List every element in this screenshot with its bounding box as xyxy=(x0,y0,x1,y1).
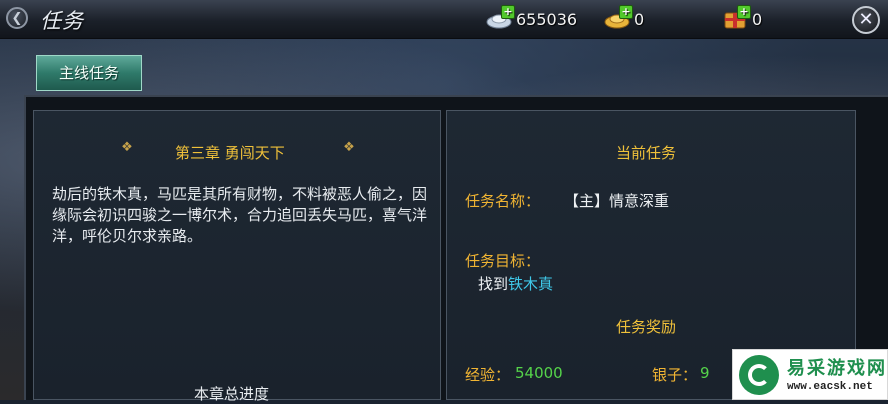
chevron-left-icon: ❮ xyxy=(11,10,23,26)
current-task-title: 当前任务 xyxy=(616,144,677,162)
site-watermark: 易采游戏网 www.eacsk.net xyxy=(732,349,888,400)
currency-ticket[interactable]: + 0 xyxy=(722,5,763,30)
chapter-title: 第三章 勇闯天下 xyxy=(175,144,285,162)
task-name-label: 任务名称： xyxy=(465,192,541,210)
gift-ticket-icon: + xyxy=(722,5,751,30)
silver-amount: 655036 xyxy=(516,9,578,29)
add-gold-icon[interactable]: + xyxy=(619,5,633,19)
watermark-url: www.eacsk.net xyxy=(787,381,873,393)
gold-ingot-icon: + xyxy=(604,5,633,30)
task-goal-label: 任务目标： xyxy=(465,252,541,270)
diamond-ornament-icon: ❖ xyxy=(343,140,355,155)
add-ticket-icon[interactable]: + xyxy=(737,5,751,19)
chapter-progress-label: 本章总进度 xyxy=(194,385,270,403)
task-reward-title: 任务奖励 xyxy=(616,318,677,336)
task-goal-target-link[interactable]: 铁木真 xyxy=(508,275,553,293)
currency-gold[interactable]: + 0 xyxy=(604,5,645,30)
currency-silver[interactable]: + 655036 xyxy=(486,5,578,30)
task-goal-prefix: 找到 xyxy=(478,275,509,293)
exp-value: 54000 xyxy=(515,364,563,382)
task-goal-text: 找到铁木真 xyxy=(478,273,553,294)
ticket-amount: 0 xyxy=(752,9,763,29)
back-button[interactable]: ❮ xyxy=(6,7,28,29)
tab-main-quest[interactable]: 主线任务 xyxy=(36,55,142,91)
page-title: 任务 xyxy=(40,9,84,33)
diamond-ornament-icon: ❖ xyxy=(121,140,133,155)
silver-reward-label: 银子： xyxy=(652,366,698,384)
site-logo-icon xyxy=(739,355,779,395)
exp-label: 经验： xyxy=(465,366,511,384)
watermark-name: 易采游戏网 xyxy=(787,358,887,379)
gold-amount: 0 xyxy=(634,9,645,29)
chapter-description: 劫后的铁木真，马匹是其所有财物，不料被恶人偷之，因缘际会初识四骏之一博尔术，合力… xyxy=(52,185,428,245)
close-button[interactable]: ✕ xyxy=(852,6,880,34)
close-icon: ✕ xyxy=(858,9,874,30)
silver-ingot-icon: + xyxy=(486,5,515,30)
top-bar: ❮ 任务 + 655036 + 0 + 0 ✕ xyxy=(0,0,888,39)
silver-reward-value: 9 xyxy=(700,364,710,382)
add-silver-icon[interactable]: + xyxy=(501,5,515,19)
task-name-value: 【主】情意深重 xyxy=(564,192,670,210)
